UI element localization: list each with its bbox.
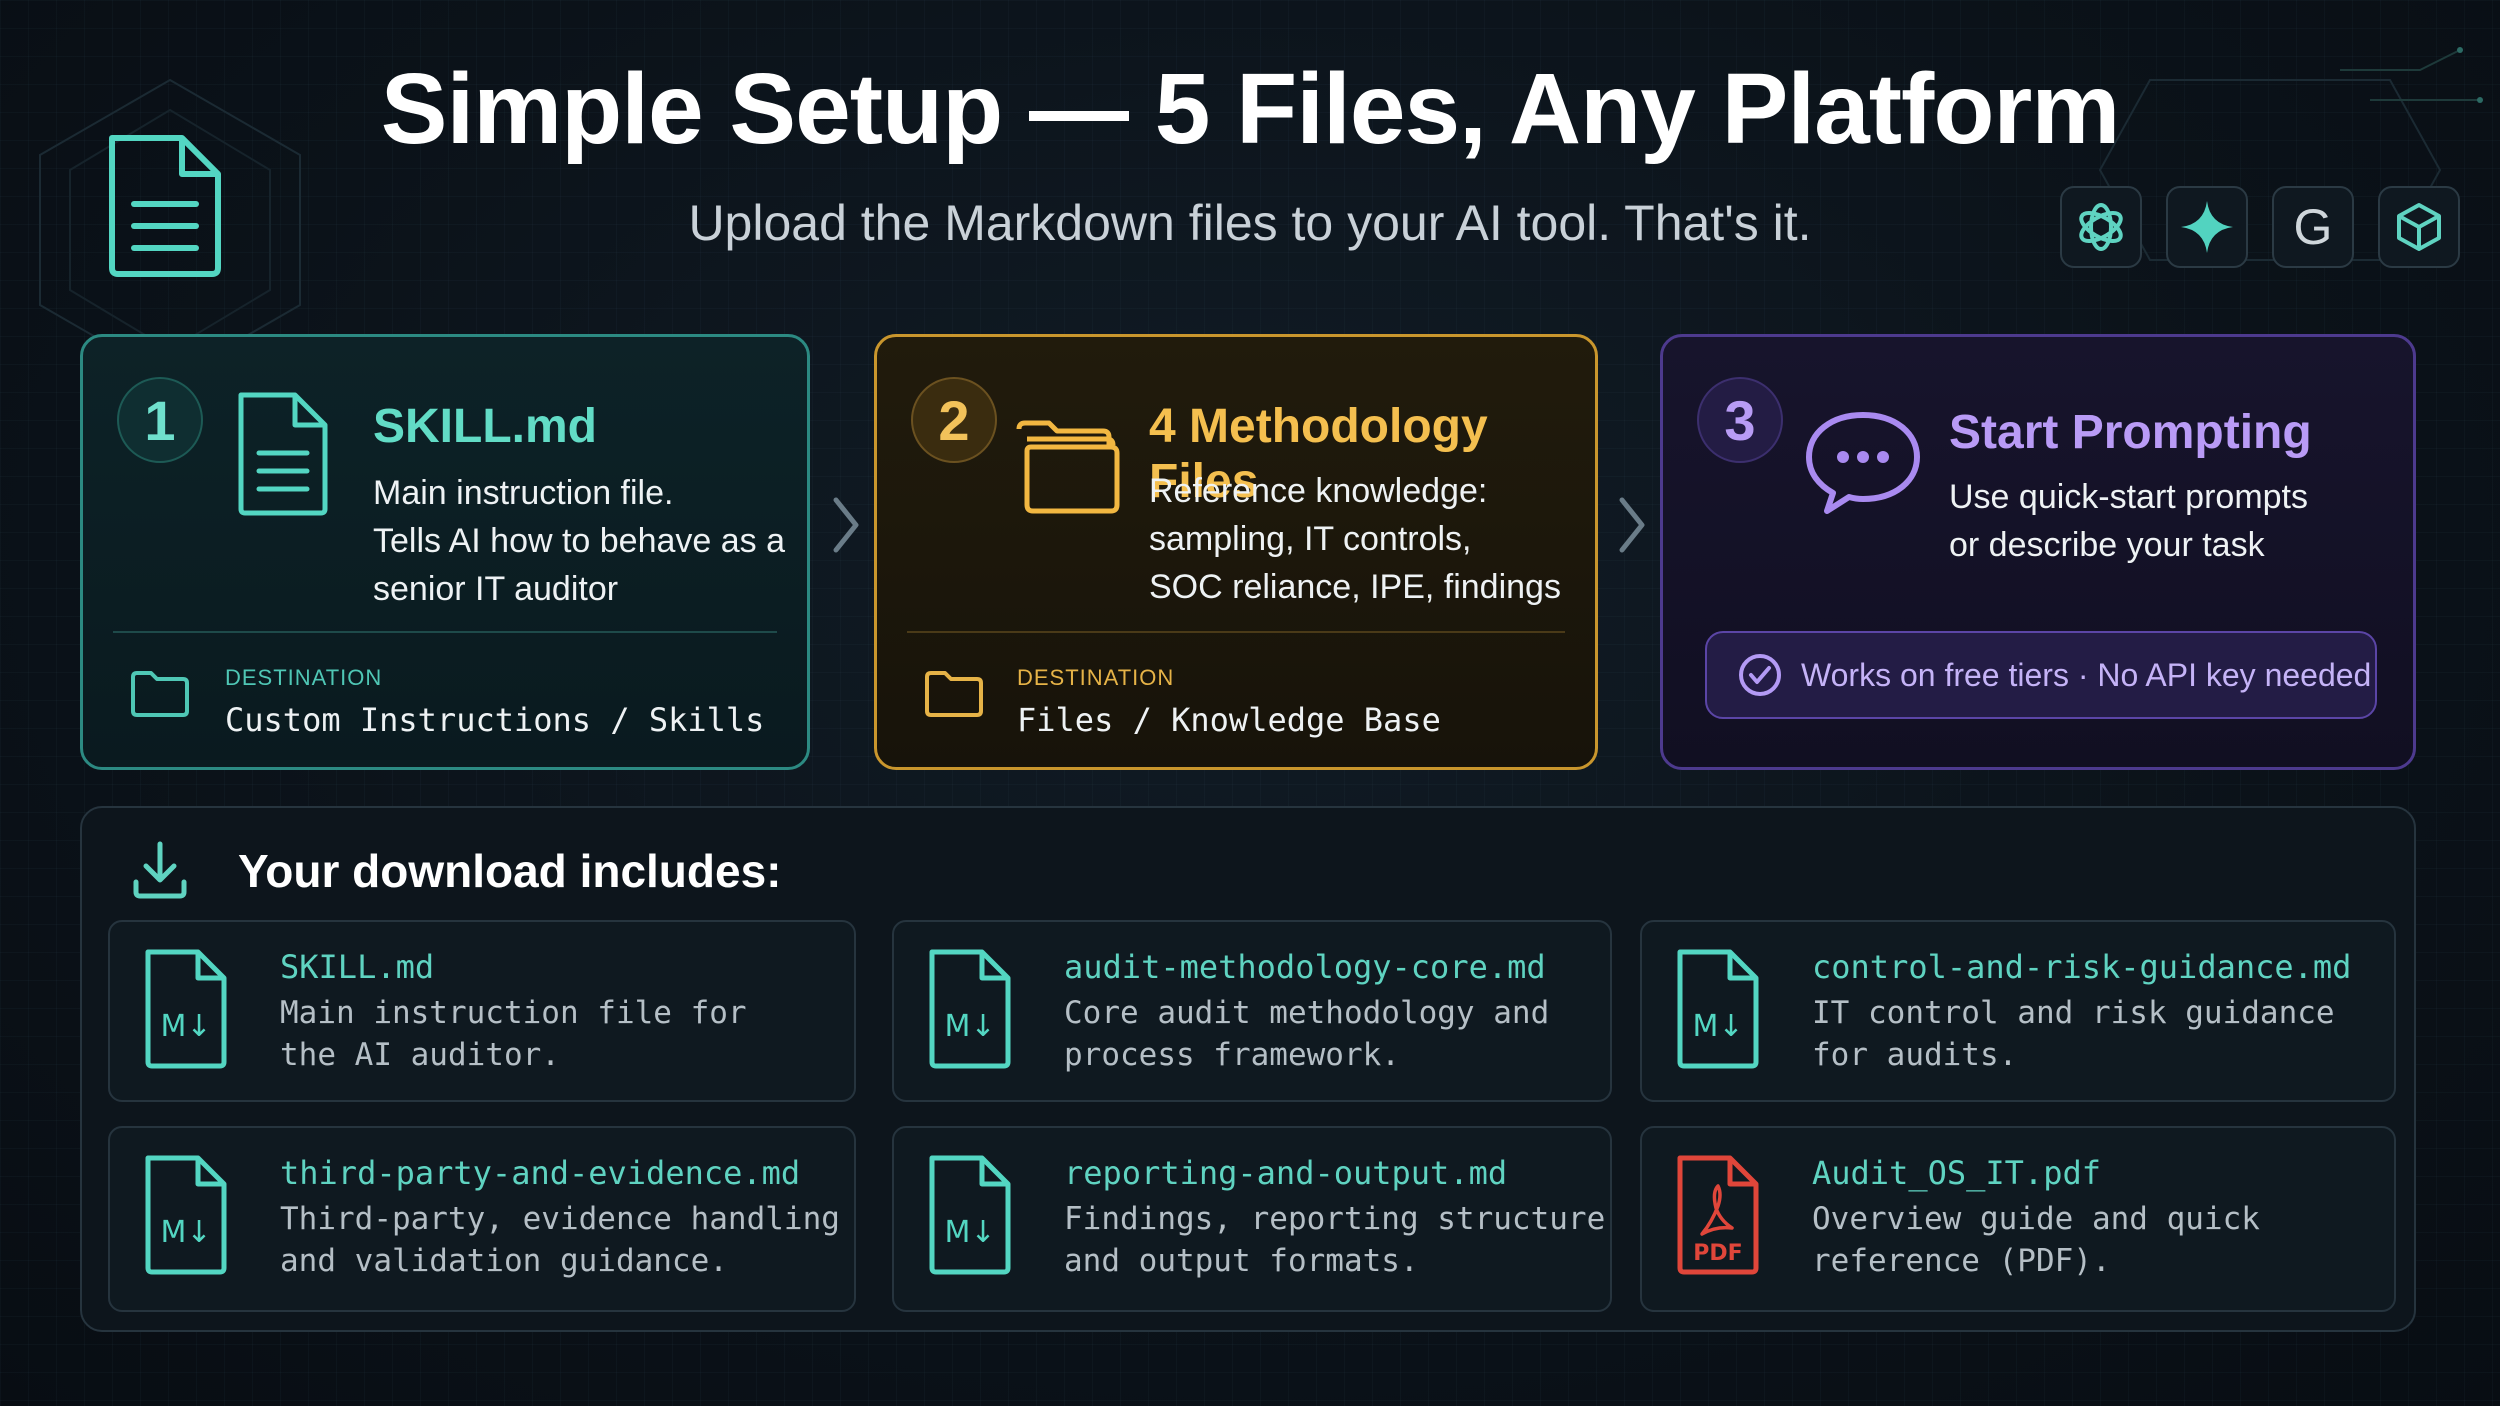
sparkle-icon	[2166, 186, 2248, 268]
destination-label: DESTINATION	[225, 665, 383, 690]
markdown-file-icon: M↓	[1677, 949, 1759, 1069]
chevron-right-icon	[833, 497, 859, 553]
file-icon-label: M↓	[1692, 1009, 1743, 1044]
download-icon	[133, 841, 187, 899]
downloads-title: Your download includes:	[238, 845, 782, 897]
file-icon-label: PDF	[1693, 1241, 1742, 1266]
file-description: Overview guide and quick reference (PDF)…	[1812, 1201, 2260, 1279]
step-description: Use quick-start prompts or describe your…	[1949, 478, 2308, 564]
step-number: 3	[1697, 377, 1783, 463]
step-title: Start Prompting	[1949, 406, 2312, 459]
downloads-panel: Your download includes: M↓ SKILL.md Main…	[80, 806, 2416, 1332]
document-icon	[238, 392, 328, 516]
file-card[interactable]: M↓ SKILL.md Main instruction file for th…	[108, 920, 856, 1102]
folder-icon	[925, 671, 983, 717]
file-icon-label: M↓	[944, 1215, 995, 1250]
markdown-file-icon: M↓	[929, 1155, 1011, 1275]
markdown-file-icon: M↓	[145, 1155, 227, 1275]
badge-text: Works on free tiers · No API key needed	[1801, 656, 2372, 693]
destination-value: Files / Knowledge Base	[1017, 701, 1441, 739]
folder-icon	[1016, 420, 1120, 514]
step-number: 2	[911, 377, 997, 463]
markdown-file-icon: M↓	[145, 949, 227, 1069]
file-name: third-party-and-evidence.md	[280, 1154, 801, 1192]
chevron-right-icon	[1619, 497, 1645, 553]
google-icon-label: G	[2293, 199, 2333, 255]
step-title: SKILL.md	[373, 400, 597, 453]
file-description: Third-party, evidence handling and valid…	[280, 1201, 840, 1279]
platform-icons: G	[2060, 186, 2460, 268]
file-card[interactable]: PDF Audit_OS_IT.pdf Overview guide and q…	[1640, 1126, 2396, 1312]
step-card-methodology: 2 4 Methodology Files Reference knowledg…	[874, 334, 1598, 770]
chat-bubble-icon	[1806, 412, 1920, 514]
file-name: SKILL.md	[280, 948, 435, 986]
divider	[113, 631, 777, 633]
step-card-skill: 1 SKILL.md Main instruction file. Tells …	[80, 334, 810, 770]
file-icon-label: M↓	[944, 1009, 995, 1044]
file-description: Main instruction file for the AI auditor…	[280, 995, 747, 1073]
check-circle-icon	[1739, 654, 1781, 696]
step-description: Main instruction file. Tells AI how to b…	[373, 474, 786, 608]
step-number: 1	[117, 377, 203, 463]
file-name: reporting-and-output.md	[1064, 1154, 1508, 1192]
file-description: IT control and risk guidance for audits.	[1812, 995, 2335, 1073]
file-card[interactable]: M↓ control-and-risk-guidance.md IT contr…	[1640, 920, 2396, 1102]
file-icon-label: M↓	[160, 1215, 211, 1250]
file-name: control-and-risk-guidance.md	[1812, 948, 2352, 986]
file-name: audit-methodology-core.md	[1064, 948, 1546, 986]
markdown-file-icon: M↓	[929, 949, 1011, 1069]
file-card[interactable]: M↓ third-party-and-evidence.md Third-par…	[108, 1126, 856, 1312]
google-icon: G	[2272, 186, 2354, 268]
page-title: Simple Setup — 5 Files, Any Platform	[380, 53, 2120, 165]
file-card[interactable]: M↓ reporting-and-output.md Findings, rep…	[892, 1126, 1612, 1312]
file-description: Findings, reporting structure and output…	[1064, 1201, 1606, 1279]
pdf-file-icon: PDF	[1677, 1155, 1759, 1275]
cube-icon	[2378, 186, 2460, 268]
folder-icon	[131, 671, 189, 717]
destination-value: Custom Instructions / Skills	[225, 701, 765, 739]
divider	[907, 631, 1565, 633]
file-icon-label: M↓	[160, 1009, 211, 1044]
step-card-prompting: 3 Start Prompting Use quick-start prompt…	[1660, 334, 2416, 770]
file-card[interactable]: M↓ audit-methodology-core.md Core audit …	[892, 920, 1612, 1102]
file-name: Audit_OS_IT.pdf	[1812, 1154, 2101, 1192]
destination-label: DESTINATION	[1017, 665, 1175, 690]
openai-icon	[2060, 186, 2142, 268]
free-tier-badge: Works on free tiers · No API key needed	[1705, 631, 2377, 719]
step-description: Reference knowledge: sampling, IT contro…	[1149, 472, 1561, 606]
file-description: Core audit methodology and process frame…	[1064, 995, 1550, 1073]
